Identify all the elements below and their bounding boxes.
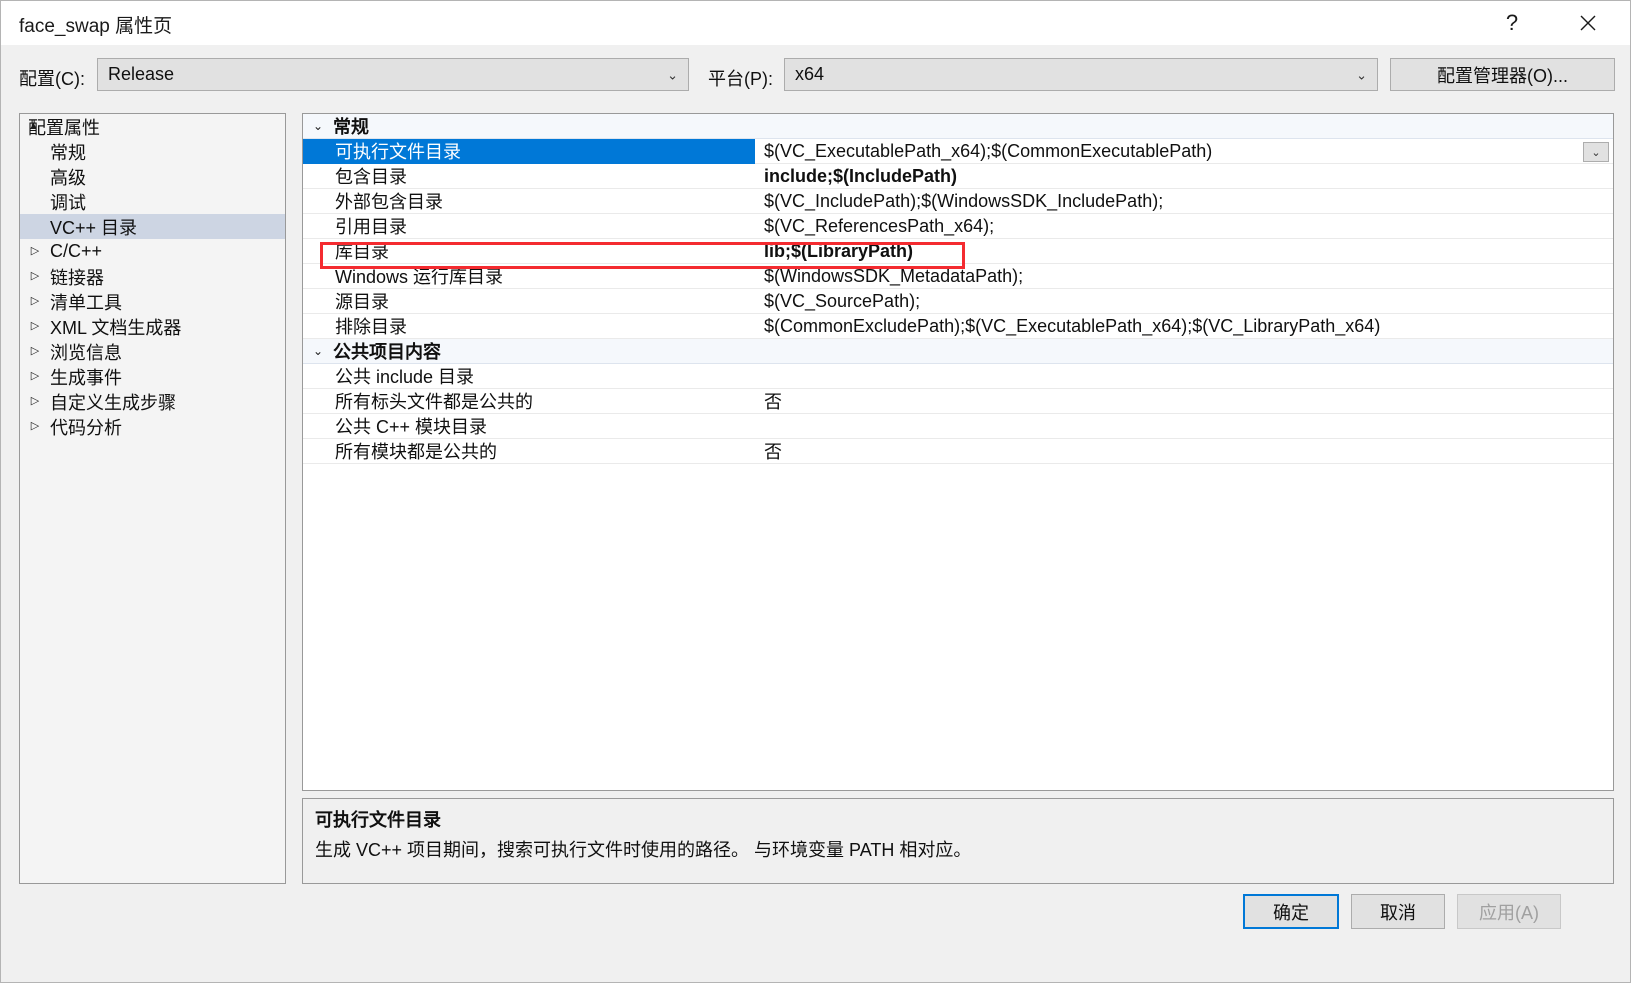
- row-dropdown-button[interactable]: ⌄: [1583, 142, 1609, 162]
- chevron-down-icon: ⌄: [667, 67, 678, 82]
- grid-property-name: 包含目录: [335, 167, 407, 187]
- grid-row[interactable]: 库目录 lib;$(LibraryPath): [303, 239, 1613, 264]
- tree-item-11[interactable]: ▷ 自定义生成步骤: [20, 389, 285, 414]
- triangle-right-icon[interactable]: ▷: [20, 346, 50, 357]
- tree-item-label: C/C++: [50, 241, 103, 261]
- grid-property-value[interactable]: $(CommonExcludePath);$(VC_ExecutablePath…: [755, 316, 1613, 337]
- tree-item-label: XML 文档生成器: [50, 317, 182, 338]
- tree-item-label: VC++ 目录: [50, 217, 138, 238]
- tree-item-2[interactable]: 高级: [20, 164, 285, 189]
- apply-button: 应用(A): [1457, 894, 1561, 929]
- tree-item-label: 生成事件: [50, 367, 122, 388]
- property-pages-dialog: face_swap 属性页 ? 配置(C): Release ⌄ 平台(P): …: [0, 0, 1631, 983]
- grid-row[interactable]: 引用目录 $(VC_ReferencesPath_x64);: [303, 214, 1613, 239]
- chevron-down-icon: ⌄: [1356, 67, 1367, 82]
- tree-item-12[interactable]: ▷ 代码分析: [20, 414, 285, 439]
- triangle-right-icon[interactable]: ▷: [20, 396, 50, 407]
- grid-property-name: 可执行文件目录: [303, 138, 755, 164]
- grid-property-name: 库目录: [335, 242, 389, 262]
- tree-item-4[interactable]: VC++ 目录: [20, 214, 285, 239]
- triangle-right-icon[interactable]: ▷: [20, 296, 50, 307]
- grid-property-value[interactable]: $(VC_SourcePath);: [755, 291, 1613, 312]
- chevron-down-icon[interactable]: ⌄: [303, 119, 333, 133]
- grid-property-value[interactable]: $(VC_IncludePath);$(WindowsSDK_IncludePa…: [755, 191, 1613, 212]
- tree-item-3[interactable]: 调试: [20, 189, 285, 214]
- tree-item-label: 浏览信息: [50, 342, 122, 363]
- tree-item-label: 清单工具: [50, 292, 122, 313]
- configuration-label: 配置(C):: [19, 69, 85, 89]
- tree-item-label: 链接器: [50, 267, 104, 288]
- grid-property-value[interactable]: $(WindowsSDK_MetadataPath);: [755, 266, 1613, 287]
- close-icon[interactable]: [1564, 1, 1612, 45]
- configuration-select[interactable]: Release ⌄: [97, 58, 689, 91]
- grid-section-header[interactable]: ⌄ 常规: [303, 114, 1613, 139]
- grid-row[interactable]: 所有模块都是公共的 否: [303, 439, 1613, 464]
- grid-row[interactable]: 源目录 $(VC_SourcePath);: [303, 289, 1613, 314]
- tree-item-0[interactable]: ▲ 配置属性: [20, 114, 285, 139]
- platform-select[interactable]: x64 ⌄: [784, 58, 1378, 91]
- tree-item-6[interactable]: ▷ 链接器: [20, 264, 285, 289]
- triangle-right-icon[interactable]: ▷: [20, 321, 50, 332]
- grid-row[interactable]: 所有标头文件都是公共的 否: [303, 389, 1613, 414]
- grid-row[interactable]: 公共 C++ 模块目录: [303, 414, 1613, 439]
- tree-item-8[interactable]: ▷ XML 文档生成器: [20, 314, 285, 339]
- grid-section-title: 常规: [333, 117, 369, 137]
- grid-property-value[interactable]: $(VC_ExecutablePath_x64);$(CommonExecuta…: [755, 141, 1613, 162]
- grid-property-name: 所有标头文件都是公共的: [335, 392, 533, 412]
- ok-button[interactable]: 确定: [1243, 894, 1339, 929]
- description-title: 可执行文件目录: [315, 810, 441, 830]
- grid-property-name: 公共 include 目录: [335, 367, 475, 387]
- tree-item-label: 高级: [50, 167, 86, 188]
- configuration-value: Release: [108, 64, 175, 84]
- grid-property-value[interactable]: $(VC_ReferencesPath_x64);: [755, 216, 1613, 237]
- tree-item-1[interactable]: 常规: [20, 139, 285, 164]
- grid-property-name: 公共 C++ 模块目录: [335, 417, 488, 437]
- triangle-right-icon[interactable]: ▷: [20, 371, 50, 382]
- grid-section-header[interactable]: ⌄ 公共项目内容: [303, 339, 1613, 364]
- grid-row[interactable]: 排除目录 $(CommonExcludePath);$(VC_Executable…: [303, 314, 1613, 339]
- grid-row[interactable]: 可执行文件目录 $(VC_ExecutablePath_x64);$(Common…: [303, 138, 1613, 164]
- grid-property-name: 源目录: [335, 292, 389, 312]
- tree-item-label: 自定义生成步骤: [50, 392, 176, 413]
- triangle-right-icon[interactable]: ▷: [20, 271, 50, 282]
- help-icon[interactable]: ?: [1488, 1, 1536, 45]
- grid-section-title: 公共项目内容: [333, 342, 441, 362]
- description-panel: 可执行文件目录 生成 VC++ 项目期间，搜索可执行文件时使用的路径。 与环境变…: [302, 798, 1614, 884]
- platform-value: x64: [795, 64, 825, 84]
- grid-property-value[interactable]: lib;$(LibraryPath): [755, 241, 1613, 262]
- grid-property-value[interactable]: 否: [755, 438, 1613, 464]
- tree-item-label: 常规: [50, 142, 86, 163]
- grid-property-value[interactable]: include;$(IncludePath): [755, 166, 1613, 187]
- platform-label: 平台(P):: [708, 69, 773, 89]
- grid-row[interactable]: 外部包含目录 $(VC_IncludePath);$(WindowsSDK_Inc…: [303, 189, 1613, 214]
- triangle-right-icon[interactable]: ▷: [20, 421, 50, 432]
- cancel-button[interactable]: 取消: [1351, 894, 1445, 929]
- window-title: face_swap 属性页: [19, 16, 173, 37]
- grid-property-name: 引用目录: [335, 217, 407, 237]
- tree-item-label: 调试: [50, 192, 86, 213]
- tree-item-5[interactable]: ▷ C/C++: [20, 239, 285, 264]
- grid-row[interactable]: 包含目录 include;$(IncludePath): [303, 164, 1613, 189]
- property-tree[interactable]: ▲ 配置属性 常规 高级 调试 VC++ 目录 ▷ C/C++ ▷ 链接器 ▷ 清单工具 ▷ XML 文档…: [19, 113, 286, 884]
- description-body: 生成 VC++ 项目期间，搜索可执行文件时使用的路径。 与环境变量 PATH 相…: [315, 840, 972, 860]
- grid-row[interactable]: Windows 运行库目录 $(WindowsSDK_MetadataPath);: [303, 264, 1613, 289]
- help-glyph: ?: [1505, 10, 1519, 35]
- grid-property-value[interactable]: 否: [755, 388, 1613, 414]
- grid-row[interactable]: 公共 include 目录: [303, 364, 1613, 389]
- property-grid[interactable]: ⌄ 常规 可执行文件目录 $(VC_ExecutablePath_x64);$(Com…: [302, 113, 1614, 791]
- grid-property-name: Windows 运行库目录: [335, 267, 504, 287]
- grid-property-name: 排除目录: [335, 317, 407, 337]
- chevron-down-icon[interactable]: ⌄: [303, 344, 333, 358]
- tree-item-9[interactable]: ▷ 浏览信息: [20, 339, 285, 364]
- tree-item-7[interactable]: ▷ 清单工具: [20, 289, 285, 314]
- configuration-toolbar: 配置(C): Release ⌄ 平台(P): x64 ⌄ 配置管理器(O)..…: [1, 45, 1630, 111]
- grid-property-name: 外部包含目录: [335, 192, 443, 212]
- title-bar: face_swap 属性页 ?: [1, 1, 1630, 45]
- triangle-right-icon[interactable]: ▷: [20, 246, 50, 257]
- tree-item-10[interactable]: ▷ 生成事件: [20, 364, 285, 389]
- configuration-manager-button[interactable]: 配置管理器(O)...: [1390, 58, 1615, 91]
- grid-property-name: 所有模块都是公共的: [335, 442, 497, 462]
- triangle-down-icon[interactable]: ▲: [28, 121, 42, 132]
- tree-item-label: 代码分析: [50, 417, 122, 438]
